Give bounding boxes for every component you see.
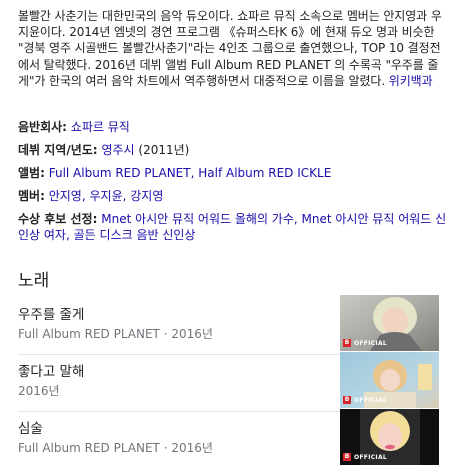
description-text: 볼빨간 사춘기는 대한민국의 음악 듀오이다. 쇼파르 뮤직 소속으로 멤버는 … — [18, 9, 442, 88]
member-link-3[interactable]: 강지영 — [130, 189, 163, 203]
official-badge: B OFFICIAL — [343, 396, 388, 404]
fact-awards: 수상 후보 선정: Mnet 아시안 뮤직 어워드 올해의 가수, Mnet 아… — [18, 212, 447, 242]
official-badge: B OFFICIAL — [343, 453, 388, 461]
song-title[interactable]: 우주를 줄게 — [18, 303, 84, 323]
song-subtitle: Full Album RED PLANET · 2016년 — [18, 327, 213, 341]
fact-origin-value[interactable]: 영주시 — [101, 143, 134, 157]
facts-panel: 음반회사: 쇼파르 뮤직 데뷔 지역/년도: 영주시 (2011년) 앨범: F… — [18, 119, 448, 250]
fact-albums-key: 앨범: — [18, 166, 45, 180]
member-link-1[interactable]: 안지영 — [49, 189, 82, 203]
album-link-2[interactable]: Half Album RED ICKLE — [198, 166, 331, 180]
song-item-1[interactable]: 우주를 줄게 Full Album RED PLANET · 2016년 B O… — [18, 295, 439, 355]
song-title[interactable]: 좋다고 말해 — [18, 360, 84, 380]
fact-label-key: 음반회사: — [18, 120, 67, 134]
song-title[interactable]: 심술 — [18, 417, 43, 437]
award-link-1[interactable]: Mnet 아시안 뮤직 어워드 올해의 가수 — [101, 212, 294, 226]
fact-origin-key: 데뷔 지역/년도: — [18, 143, 98, 157]
song-item-2[interactable]: 좋다고 말해 2016년 B OFFICIAL — [18, 352, 439, 412]
member-link-2[interactable]: 우지윤 — [89, 189, 122, 203]
official-badge: B OFFICIAL — [343, 339, 388, 347]
song-video-thumbnail[interactable]: B OFFICIAL — [340, 295, 439, 351]
fact-members-key: 멤버: — [18, 189, 45, 203]
fact-albums: 앨범: Full Album RED PLANET, Half Album RE… — [18, 166, 332, 180]
award-link-3[interactable]: 골든 디스크 음반 신인상 — [74, 228, 196, 242]
song-video-thumbnail[interactable]: B OFFICIAL — [340, 352, 439, 408]
song-subtitle: 2016년 — [18, 384, 60, 398]
fact-label-value[interactable]: 쇼파르 뮤직 — [71, 120, 130, 134]
fact-awards-key: 수상 후보 선정: — [18, 212, 98, 226]
fact-origin: 데뷔 지역/년도: 영주시 (2011년) — [18, 142, 448, 158]
album-link-1[interactable]: Full Album RED PLANET — [49, 166, 191, 180]
song-item-3[interactable]: 심술 Full Album RED PLANET · 2016년 B OFFIC… — [18, 409, 439, 469]
artist-description: 볼빨간 사춘기는 대한민국의 음악 듀오이다. 쇼파르 뮤직 소속으로 멤버는 … — [18, 8, 446, 89]
song-subtitle: Full Album RED PLANET · 2016년 — [18, 441, 213, 455]
songs-heading: 노래 — [18, 271, 50, 291]
song-video-thumbnail[interactable]: B OFFICIAL — [340, 409, 439, 465]
fact-members: 멤버: 안지영, 우지윤, 강지영 — [18, 189, 164, 203]
fact-origin-year: (2011년) — [138, 143, 190, 157]
wikipedia-link[interactable]: 위키백과 — [389, 74, 433, 88]
fact-label: 음반회사: 쇼파르 뮤직 — [18, 119, 448, 135]
